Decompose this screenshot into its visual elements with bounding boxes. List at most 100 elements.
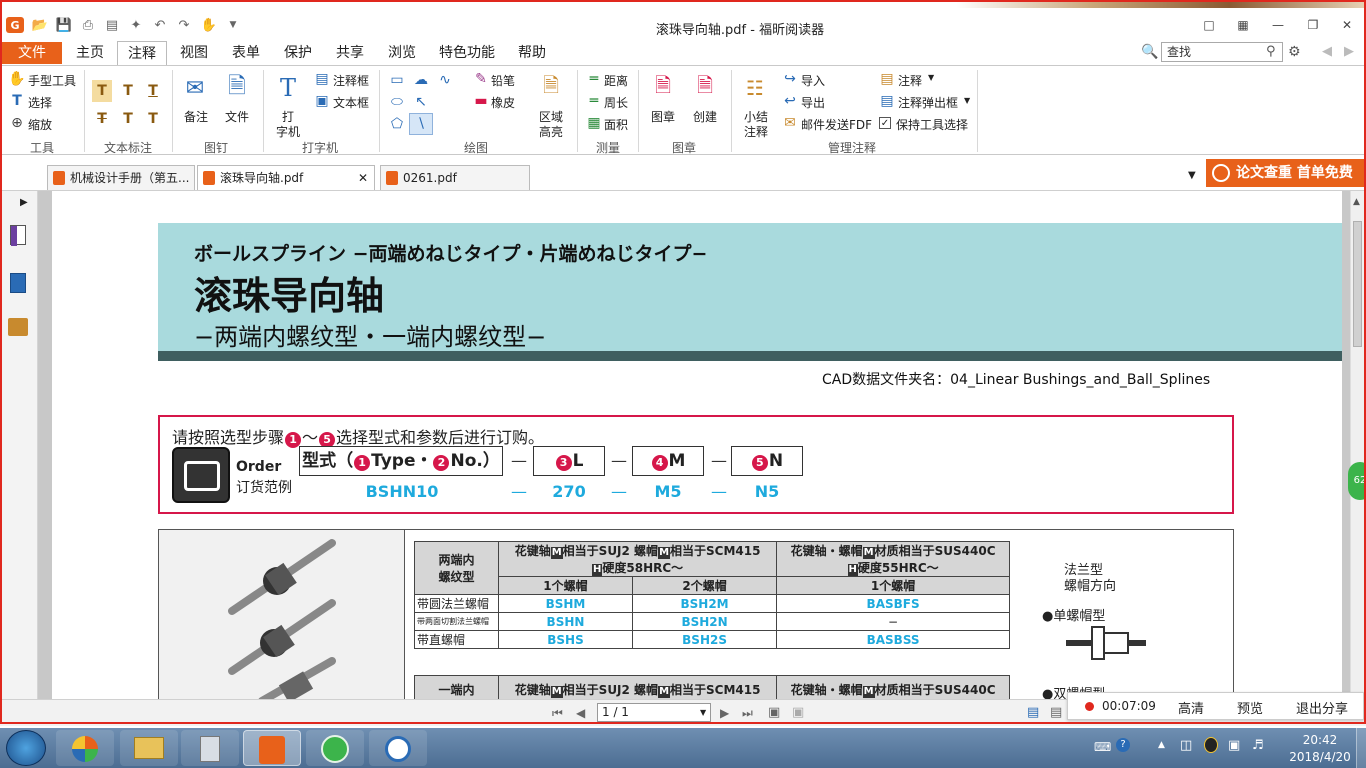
usb-icon[interactable]: ◫ (1180, 738, 1192, 753)
popup-icon[interactable]: ▤ (878, 93, 896, 109)
first-page-icon[interactable]: ⏮ (552, 706, 563, 721)
pencil-icon[interactable]: ✎ (472, 71, 490, 87)
preview-button[interactable]: 预览 (1237, 698, 1263, 717)
hand-quick-icon[interactable]: ✋ (200, 17, 218, 33)
area-label[interactable]: 面积 (604, 116, 628, 133)
restore-ribbon-icon[interactable]: □ (1198, 16, 1220, 34)
stamp-icon[interactable]: 🗎 (649, 73, 677, 103)
keyboard-icon[interactable]: ⌨ (1094, 740, 1111, 754)
zoom-tool-label[interactable]: 缩放 (28, 116, 52, 133)
arrow-icon[interactable]: ↖ (411, 93, 431, 111)
next-page-icon[interactable]: ▶ (720, 706, 729, 720)
import-label[interactable]: 导入 (801, 72, 825, 89)
tab-list-chevron-icon[interactable]: ▼ (1188, 170, 1196, 181)
squiggly-text-icon[interactable]: T (118, 80, 138, 102)
tab-share[interactable]: 共享 (330, 41, 370, 65)
document-canvas[interactable]: ボールスプライン −両端めねじタイプ・片端めねじタイプ− 滚珠导向轴 −两端内螺… (38, 191, 1350, 699)
app-logo-icon[interactable]: G (6, 17, 24, 33)
distance-label[interactable]: 距离 (604, 72, 628, 89)
create-stamp-icon[interactable]: 🗎 (691, 73, 719, 103)
annot-dropdown-icon[interactable]: ▤ (878, 71, 896, 87)
properties-icon[interactable]: ▤ (103, 17, 121, 33)
file-attach-label[interactable]: 文件 (225, 108, 249, 125)
keep-tool-checkbox[interactable]: ✓ (879, 117, 891, 129)
start-button[interactable] (6, 730, 46, 766)
email-fdf-label[interactable]: 邮件发送FDF (801, 116, 872, 133)
gear-icon[interactable]: ⚙ (1288, 44, 1301, 60)
summary-icon[interactable]: ☷ (741, 73, 769, 103)
vertical-scrollbar[interactable]: ▲ (1350, 191, 1364, 699)
pages-icon[interactable] (10, 273, 26, 293)
customize-icon[interactable]: ▼ (224, 17, 242, 33)
perimeter-icon[interactable]: ═ (585, 93, 603, 109)
search-settings-icon[interactable]: 🔍 (1141, 44, 1158, 60)
distance-icon[interactable]: ═ (585, 71, 603, 87)
nav-back-icon[interactable]: ◀ (1322, 44, 1332, 59)
show-desktop-button[interactable] (1356, 728, 1366, 768)
insert-text-icon[interactable]: T (143, 108, 163, 130)
single-page-icon[interactable]: ▤ (1027, 705, 1039, 720)
clock-time[interactable]: 20:42 (1292, 733, 1348, 747)
replace-text-icon[interactable]: T (118, 108, 138, 130)
bookmark-icon[interactable] (10, 225, 26, 246)
tab-view[interactable]: 视图 (174, 41, 214, 65)
chevron-down-icon[interactable]: ▼ (964, 96, 970, 105)
textbox-icon[interactable]: ▣ (313, 93, 331, 109)
area-highlight-icon[interactable]: 🗎 (538, 73, 564, 103)
area-highlight-label-2[interactable]: 高亮 (539, 123, 563, 140)
perimeter-label[interactable]: 周长 (604, 94, 628, 111)
taskbar-app-calculator[interactable] (181, 730, 239, 766)
tab-home[interactable]: 主页 (70, 41, 110, 65)
comments-icon[interactable] (8, 318, 28, 336)
export-icon[interactable]: ↩ (781, 93, 799, 109)
fit-width-icon[interactable]: ▣ (792, 705, 804, 720)
help-icon[interactable]: ? (1116, 738, 1130, 752)
hd-button[interactable]: 高清 (1178, 698, 1204, 717)
grid-icon[interactable]: ▦ (1232, 16, 1254, 34)
highlight-text-icon[interactable]: T (92, 80, 112, 102)
summary-label-2[interactable]: 注释 (744, 123, 768, 140)
underline-text-icon[interactable]: T (143, 80, 163, 102)
eraser-label[interactable]: 橡皮 (491, 94, 515, 111)
strikeout-text-icon[interactable]: T (92, 108, 112, 130)
keep-tool-label[interactable]: 保持工具选择 (896, 116, 968, 133)
promo-banner[interactable]: 论文查重 首单免费 (1206, 159, 1364, 187)
scroll-up-icon[interactable]: ▲ (1353, 197, 1360, 207)
page-number-input[interactable]: 1 / 1 ▼ (597, 703, 711, 722)
minimize-icon[interactable]: — (1267, 16, 1289, 34)
create-stamp-label[interactable]: 创建 (693, 108, 717, 125)
file-attach-icon[interactable]: 🗎 (223, 73, 251, 103)
export-label[interactable]: 导出 (801, 94, 825, 111)
callout-label[interactable]: 注释框 (333, 72, 369, 89)
annot-dropdown-label[interactable]: 注释 (898, 72, 922, 89)
typewriter-label-2[interactable]: 字机 (276, 123, 300, 140)
tab-help[interactable]: 帮助 (512, 41, 552, 65)
tab-form[interactable]: 表单 (226, 41, 266, 65)
typewriter-icon[interactable]: T (274, 73, 302, 103)
taskbar-app-photos[interactable] (56, 730, 114, 766)
doc-tab-handbook[interactable]: 机械设计手册（第五... (47, 165, 195, 190)
import-icon[interactable]: ↪ (781, 71, 799, 87)
popup-label[interactable]: 注释弹出框 (898, 94, 958, 111)
qq-icon[interactable] (1204, 737, 1218, 753)
save-icon[interactable]: 💾 (55, 17, 73, 33)
rectangle-icon[interactable]: ▭ (387, 71, 407, 89)
prev-page-icon[interactable]: ◀ (576, 706, 585, 720)
tray-chevron-icon[interactable]: ▲ (1158, 740, 1165, 750)
clock-date[interactable]: 2018/4/20 (1282, 750, 1358, 764)
print-icon[interactable]: ⎙ (79, 17, 97, 33)
polygon-icon[interactable]: ⬠ (387, 115, 407, 133)
taskbar-app-browser[interactable] (306, 730, 364, 766)
taskbar-app-explorer[interactable] (120, 730, 178, 766)
select-icon[interactable]: T (8, 93, 26, 109)
redo-icon[interactable]: ↷ (175, 17, 193, 33)
volume-icon[interactable]: ♬ (1252, 738, 1264, 753)
fit-page-icon[interactable]: ▣ (768, 705, 780, 720)
note-icon[interactable]: ✉ (181, 73, 209, 103)
hand-icon[interactable]: ✋ (8, 71, 26, 87)
open-icon[interactable]: 📂 (31, 17, 49, 33)
undo-icon[interactable]: ↶ (151, 17, 169, 33)
oval-icon[interactable]: ⬭ (387, 93, 407, 111)
tab-browse[interactable]: 浏览 (382, 41, 422, 65)
cloud-icon[interactable]: ☁ (411, 71, 431, 89)
